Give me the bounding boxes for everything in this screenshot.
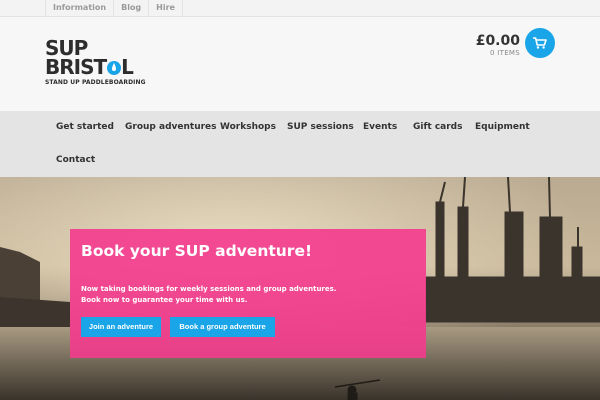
site-logo[interactable]: SUP BRIST L STAND UP PADDLEBOARDING [45,38,155,91]
promo-text-line1: Now taking bookings for weekly sessions … [81,285,337,293]
nav-item-contact[interactable]: Contact [56,154,95,166]
top-link-hire[interactable]: Hire [149,0,183,17]
nav-item-group-adventures[interactable]: Group adventures [125,121,217,133]
nav-item-get-started[interactable]: Get started [56,121,114,133]
cart-icon [533,37,547,49]
cart-summary[interactable]: £0.00 0 ITEMS [476,33,520,58]
top-link-information[interactable]: Information [46,0,115,17]
cart-amount: £0.00 [475,33,520,49]
promo-box: Book your SUP adventure! Now taking book… [70,229,426,358]
logo-tagline: STAND UP PADDLEBOARDING [45,79,146,86]
top-bar: Information Blog Hire [0,0,600,17]
nav-item-events[interactable]: Events [363,121,397,133]
nav-item-gift-cards[interactable]: Gift cards [413,121,462,133]
nav-item-workshops[interactable]: Workshops [220,121,276,133]
logo-text-brist: BRIST [45,55,107,79]
cart-item-count: 0 ITEMS [489,49,520,57]
hero-banner: Book your SUP adventure! Now taking book… [0,177,600,400]
book-group-adventure-button[interactable]: Book a group adventure [170,317,275,337]
join-adventure-button[interactable]: Join an adventure [81,317,161,337]
site-header: SUP BRIST L STAND UP PADDLEBOARDING £0.0… [0,17,600,111]
water-drop-icon [107,58,122,77]
promo-title: Book your SUP adventure! [81,242,313,260]
cart-button[interactable] [525,28,555,58]
promo-text-line2: Book now to guarantee your time with us. [81,296,248,304]
top-links: Information Blog Hire [45,0,183,17]
logo-text-l: L [121,55,134,79]
nav-item-equipment[interactable]: Equipment [475,121,530,133]
nav-item-sup-sessions[interactable]: SUP sessions [287,121,354,133]
top-link-blog[interactable]: Blog [114,0,150,17]
logo-line-bristol: BRIST L [45,55,155,79]
main-nav: Get started Group adventures Workshops S… [0,111,600,177]
